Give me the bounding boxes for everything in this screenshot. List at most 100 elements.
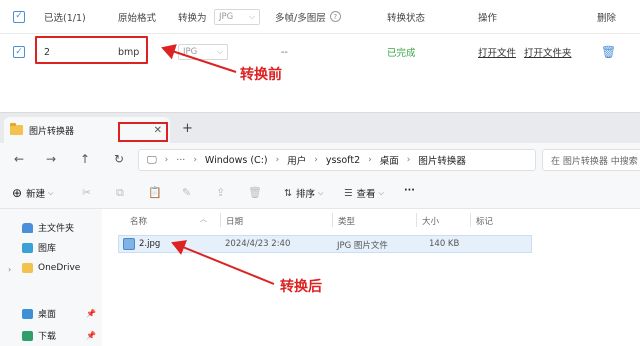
delete-header: 删除 (597, 12, 617, 24)
pin-icon[interactable]: 📌 (86, 331, 96, 340)
status-badge: 已完成 (387, 48, 416, 59)
open-folder-link[interactable]: 打开文件夹 (524, 45, 572, 59)
back-arrow-icon[interactable]: ← (14, 152, 24, 166)
column-header-tag[interactable]: 标记 (476, 215, 493, 227)
row-convert-select[interactable]: JPG ⌵ (178, 34, 228, 70)
sort-button[interactable]: ⇅ 排序 ⌵ (284, 186, 324, 201)
delete-button[interactable]: 🗑 (601, 34, 616, 70)
breadcrumb-drive[interactable]: Windows (C:) (205, 155, 268, 166)
paste-icon[interactable]: 📋 (148, 186, 162, 199)
help-icon[interactable]: ? (329, 11, 341, 22)
command-toolbar: ⊕ 新建 ⌵ ✂ ⧉ 📋 ✎ ⇪ 🗑 ⇅ 排序 ⌵ ☰ 查看 ⌵ ··· (0, 177, 640, 209)
chevron-right-icon: › (275, 155, 280, 165)
up-arrow-icon[interactable]: ↑ (80, 152, 90, 166)
image-file-icon (123, 238, 135, 250)
file-table-header: ✓ 已选(1/1) 原始格式 转换为 JPG ⌵ 多帧/多图层 ? 转换状态 操… (0, 0, 640, 34)
monitor-icon: 🖵 (147, 154, 157, 166)
convert-to-header: 转换为 (178, 12, 207, 24)
chevron-down-icon: ⌵ (317, 188, 324, 197)
folder-icon (10, 123, 23, 135)
column-divider[interactable] (332, 213, 333, 227)
sidebar-item-label: OneDrive (38, 263, 81, 273)
select-all-checkbox[interactable]: ✓ (13, 0, 25, 33)
multi-frame-label: 多帧/多图层 (275, 12, 326, 24)
new-label: 新建 (26, 189, 46, 200)
open-file-link[interactable]: 打开文件 (478, 45, 516, 59)
convert-to-all-select[interactable]: JPG ⌵ (214, 0, 260, 33)
file-type: JPG 图片文件 (337, 241, 388, 251)
navigation-bar: ← → ↑ ↻ 🖵 › ··· › Windows (C:) › 用户 › ys… (0, 143, 640, 177)
home-icon (22, 222, 33, 233)
sidebar-item-label: 主文件夹 (38, 224, 75, 234)
after-highlight-box (118, 122, 168, 142)
chevron-right-icon: › (368, 155, 372, 165)
sidebar-item-downloads[interactable]: 下载 (22, 329, 56, 342)
column-name-label: 名称 (130, 217, 148, 227)
selected-count: 已选(1/1) (44, 12, 86, 24)
column-divider[interactable] (220, 213, 221, 227)
gallery-icon (22, 242, 33, 253)
sidebar-item-label: 下载 (38, 332, 57, 342)
column-header-type[interactable]: 类型 (338, 215, 355, 227)
trash-icon: 🗑 (601, 45, 617, 59)
sidebar-item-label: 图库 (38, 244, 57, 254)
plus-circle-icon: ⊕ (12, 186, 23, 200)
forward-arrow-icon[interactable]: → (46, 152, 56, 166)
search-input[interactable]: 在 图片转换器 中搜索 (542, 149, 640, 171)
sort-label: 排序 (295, 189, 315, 200)
sidebar-item-label: 桌面 (38, 310, 57, 320)
copy-icon[interactable]: ⧉ (116, 186, 124, 200)
share-icon[interactable]: ⇪ (216, 186, 225, 199)
breadcrumb-folder[interactable]: 图片转换器 (418, 153, 466, 167)
sidebar-item-home[interactable]: 主文件夹 (22, 221, 74, 234)
row-convert-value: JPG (183, 47, 198, 57)
view-icon: ☰ (344, 187, 353, 199)
column-header-date[interactable]: 日期 (226, 215, 243, 227)
convert-to-all-value: JPG (219, 11, 234, 22)
annotation-before: 转换前 (240, 67, 282, 83)
breadcrumb-user[interactable]: yssoft2 (326, 155, 360, 166)
pin-icon[interactable]: 📌 (86, 309, 96, 318)
chevron-down-icon: ⌵ (378, 188, 384, 197)
check-icon: ✓ (13, 10, 25, 23)
chevron-down-icon: ⌵ (248, 11, 255, 21)
check-icon: ✓ (13, 46, 25, 58)
new-button[interactable]: ⊕ 新建 ⌵ (12, 186, 53, 200)
folder-icon (22, 263, 33, 273)
row-checkbox[interactable]: ✓ (13, 34, 25, 70)
sidebar-item-onedrive[interactable]: OneDrive (22, 263, 80, 273)
file-list: 名称 ︿ 日期 类型 大小 标记 2.jpg 2024/4/23 2:40 JP… (102, 209, 640, 346)
breadcrumb-users[interactable]: 用户 (287, 153, 306, 167)
breadcrumb-desktop[interactable]: 桌面 (380, 153, 399, 167)
chevron-down-icon: ⌵ (48, 188, 54, 197)
sort-caret-icon: ︿ (200, 215, 207, 223)
before-highlight-box (35, 36, 148, 64)
delete-icon[interactable]: 🗑 (248, 186, 262, 199)
refresh-icon[interactable]: ↻ (114, 152, 124, 166)
column-divider[interactable] (470, 213, 471, 227)
sidebar-item-gallery[interactable]: 图库 (22, 241, 56, 254)
cut-icon[interactable]: ✂ (82, 186, 91, 199)
multi-frame-value: -- (281, 46, 288, 58)
rename-icon[interactable]: ✎ (182, 186, 191, 199)
column-header-size[interactable]: 大小 (422, 215, 439, 227)
sidebar-item-desktop[interactable]: 桌面 (22, 307, 56, 320)
column-header-name[interactable]: 名称 ︿ (130, 215, 207, 227)
more-icon[interactable]: ··· (404, 185, 415, 196)
file-name: 2.jpg (139, 239, 161, 249)
chevron-right-icon: › (193, 155, 197, 165)
original-format-header: 原始格式 (118, 12, 157, 24)
file-size: 140 KB (429, 239, 460, 249)
overflow-icon[interactable]: ··· (176, 155, 185, 166)
chevron-right-icon: › (406, 155, 411, 165)
file-list-item[interactable]: 2.jpg 2024/4/23 2:40 JPG 图片文件 140 KB (118, 235, 532, 253)
view-button[interactable]: ☰ 查看 ⌵ (344, 186, 384, 201)
view-label: 查看 (356, 189, 376, 200)
column-divider[interactable] (416, 213, 417, 227)
converter-panel: ✓ 已选(1/1) 原始格式 转换为 JPG ⌵ 多帧/多图层 ? 转换状态 操… (0, 0, 640, 110)
chevron-down-icon: ⌵ (216, 47, 223, 56)
chevron-right-icon[interactable]: › (8, 265, 11, 274)
address-bar[interactable]: 🖵 › ··· › Windows (C:) › 用户 › yssoft2 › … (138, 149, 536, 171)
add-tab-icon[interactable]: + (182, 121, 193, 136)
annotation-after: 转换后 (280, 279, 322, 295)
